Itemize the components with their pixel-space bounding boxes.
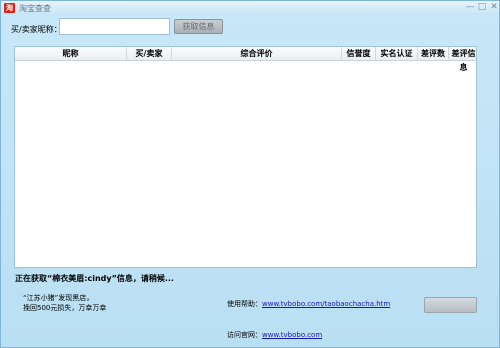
help-row: 使用帮助：www.tvbobo.com/taobaochacha.htm bbox=[227, 299, 390, 309]
column-header-credit[interactable]: 信誉度 bbox=[342, 47, 376, 61]
status-message: 正在获取“棉衣美眉:cindy”信息，请稍候... bbox=[15, 274, 174, 283]
news-line-2: 挽回500元损失，万幸万幸 bbox=[23, 304, 107, 312]
close-button[interactable]: ✕ bbox=[488, 2, 500, 12]
site-link[interactable]: www.tvbobo.com bbox=[262, 331, 322, 339]
app-window: 淘 淘宝查查 — □ ✕ 买/卖家昵称： 获取信息 昵称 买/卖家 综合评价 信… bbox=[0, 0, 500, 348]
column-header-nickname[interactable]: 昵称 bbox=[15, 47, 127, 61]
title-bar[interactable]: 淘 淘宝查查 — □ ✕ bbox=[1, 1, 499, 15]
window-title: 淘宝查查 bbox=[19, 4, 51, 13]
nickname-input[interactable] bbox=[59, 18, 170, 35]
column-header-verified[interactable]: 实名认证 bbox=[376, 47, 418, 61]
column-header-buyer-seller[interactable]: 买/卖家 bbox=[127, 47, 172, 61]
news-text[interactable]: “江苏小猪”发现黑店， 挽回500元损失，万幸万幸 bbox=[23, 293, 106, 313]
table-header: 昵称 买/卖家 综合评价 信誉度 实名认证 差评数 差评信息 bbox=[15, 47, 478, 72]
column-header-negative-count[interactable]: 差评数 bbox=[418, 47, 449, 61]
app-logo-icon: 淘 bbox=[4, 3, 15, 13]
maximize-button[interactable]: □ bbox=[476, 2, 488, 12]
help-link[interactable]: www.tvbobo.com/taobaochacha.htm bbox=[262, 300, 390, 308]
column-header-negative-info[interactable]: 差评信息 bbox=[449, 47, 478, 72]
site-label: 访问官网： bbox=[227, 331, 262, 339]
bottom-right-button[interactable] bbox=[424, 297, 477, 313]
nickname-label: 买/卖家昵称： bbox=[11, 25, 62, 34]
results-table[interactable]: 昵称 买/卖家 综合评价 信誉度 实名认证 差评数 差评信息 bbox=[14, 46, 477, 268]
column-header-rating[interactable]: 综合评价 bbox=[172, 47, 342, 61]
help-label: 使用帮助： bbox=[227, 300, 262, 308]
site-row: 访问官网：www.tvbobo.com bbox=[227, 330, 322, 340]
minimize-button[interactable]: — bbox=[464, 2, 476, 12]
fetch-info-button[interactable]: 获取信息 bbox=[174, 19, 223, 34]
news-line-1: “江苏小猪”发现黑店， bbox=[23, 294, 94, 302]
